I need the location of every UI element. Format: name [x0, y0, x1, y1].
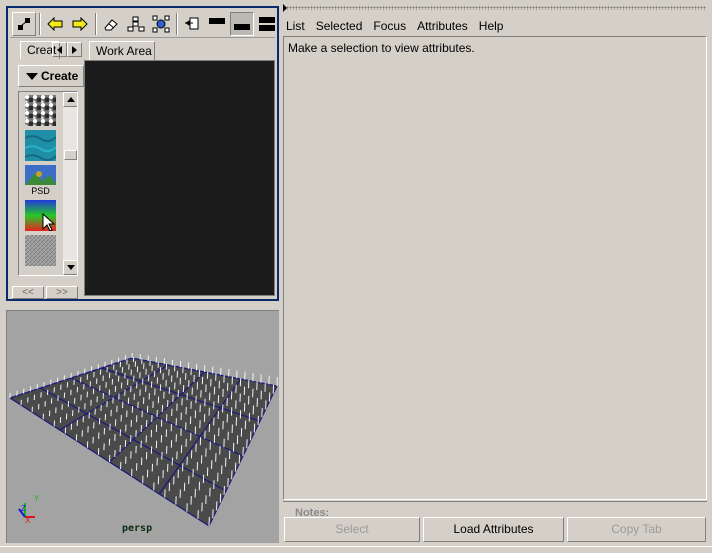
attribute-editor-panel: Make a selection to view attributes. [283, 36, 707, 500]
top-tabs-only-icon[interactable] [205, 12, 229, 36]
next-button[interactable]: >> [46, 286, 78, 299]
node-swatch-list: PSD [18, 91, 78, 276]
bottom-tabs-only-icon[interactable] [230, 12, 254, 36]
swatch-ramp-texture[interactable] [25, 200, 56, 232]
notes-label: Notes: [295, 507, 330, 516]
eraser-icon[interactable] [99, 12, 123, 36]
swatch-psd-file-texture[interactable]: PSD [25, 165, 56, 196]
window-bottom-edge [0, 546, 712, 553]
create-menu-button[interactable]: Create [18, 65, 84, 87]
tab-scroll-right-icon[interactable] [67, 42, 82, 57]
toolbar-separator [95, 13, 97, 35]
back-arrow-icon[interactable] [43, 12, 67, 36]
selection-message: Make a selection to view attributes. [288, 41, 475, 55]
tab-work-area-label: Work Area [96, 44, 152, 58]
attribute-editor-grip[interactable] [286, 6, 706, 10]
toolbar-separator [176, 13, 178, 35]
persp-viewport[interactable]: Y Z X persp [6, 310, 279, 543]
axis-x-label: X [25, 516, 31, 525]
tab-scroll-left-icon[interactable] [52, 42, 67, 57]
top-and-bottom-tabs-icon[interactable] [255, 12, 279, 36]
input-output-connections-icon[interactable] [124, 12, 148, 36]
work-area-canvas[interactable] [84, 60, 275, 296]
camera-label: persp [122, 523, 153, 534]
menu-list[interactable]: List [286, 18, 305, 34]
attribute-editor-menubar: List Selected Focus Attributes Help [286, 18, 514, 34]
menu-focus[interactable]: Focus [373, 18, 406, 34]
menu-help[interactable]: Help [479, 18, 504, 34]
tab-work-area[interactable]: Work Area [89, 41, 155, 62]
swatch-noise-texture[interactable] [25, 95, 56, 126]
graph-network-icon[interactable] [149, 12, 173, 36]
forward-arrow-icon[interactable] [68, 12, 92, 36]
hypershade-toolbar [10, 10, 275, 38]
ground-plane [10, 358, 277, 526]
swatch-water-texture[interactable] [24, 130, 57, 162]
scroll-thumb[interactable] [64, 150, 77, 160]
toolbar-separator [39, 13, 41, 35]
menu-attributes[interactable]: Attributes [417, 18, 468, 34]
swatch-psd-label: PSD [31, 186, 50, 196]
axis-z-label: Z [21, 504, 26, 513]
menu-selected[interactable]: Selected [316, 18, 363, 34]
copy-tab-button[interactable]: Copy Tab [567, 517, 706, 542]
swatch-scrollbar[interactable] [63, 92, 77, 275]
create-menu-label: Create [41, 69, 79, 83]
viewport-scene: Y Z X [9, 352, 278, 527]
select-button[interactable]: Select [284, 517, 420, 542]
load-attributes-button[interactable]: Load Attributes [423, 517, 564, 542]
hypershade-panel: Creat Work Area Create PSD << >> [6, 6, 279, 301]
scroll-down-icon[interactable] [63, 260, 77, 275]
notes-section: Notes: [283, 501, 707, 516]
scroll-up-icon[interactable] [63, 92, 77, 107]
rearrange-graph-icon[interactable] [180, 12, 204, 36]
previous-button[interactable]: << [12, 286, 44, 299]
triangle-down-icon [26, 73, 38, 80]
axis-indicator: Y Z X [18, 494, 40, 525]
graph-layout-icon[interactable] [12, 12, 36, 36]
axis-y-label: Y [34, 494, 40, 503]
swatch-cloth-texture[interactable] [25, 235, 56, 266]
